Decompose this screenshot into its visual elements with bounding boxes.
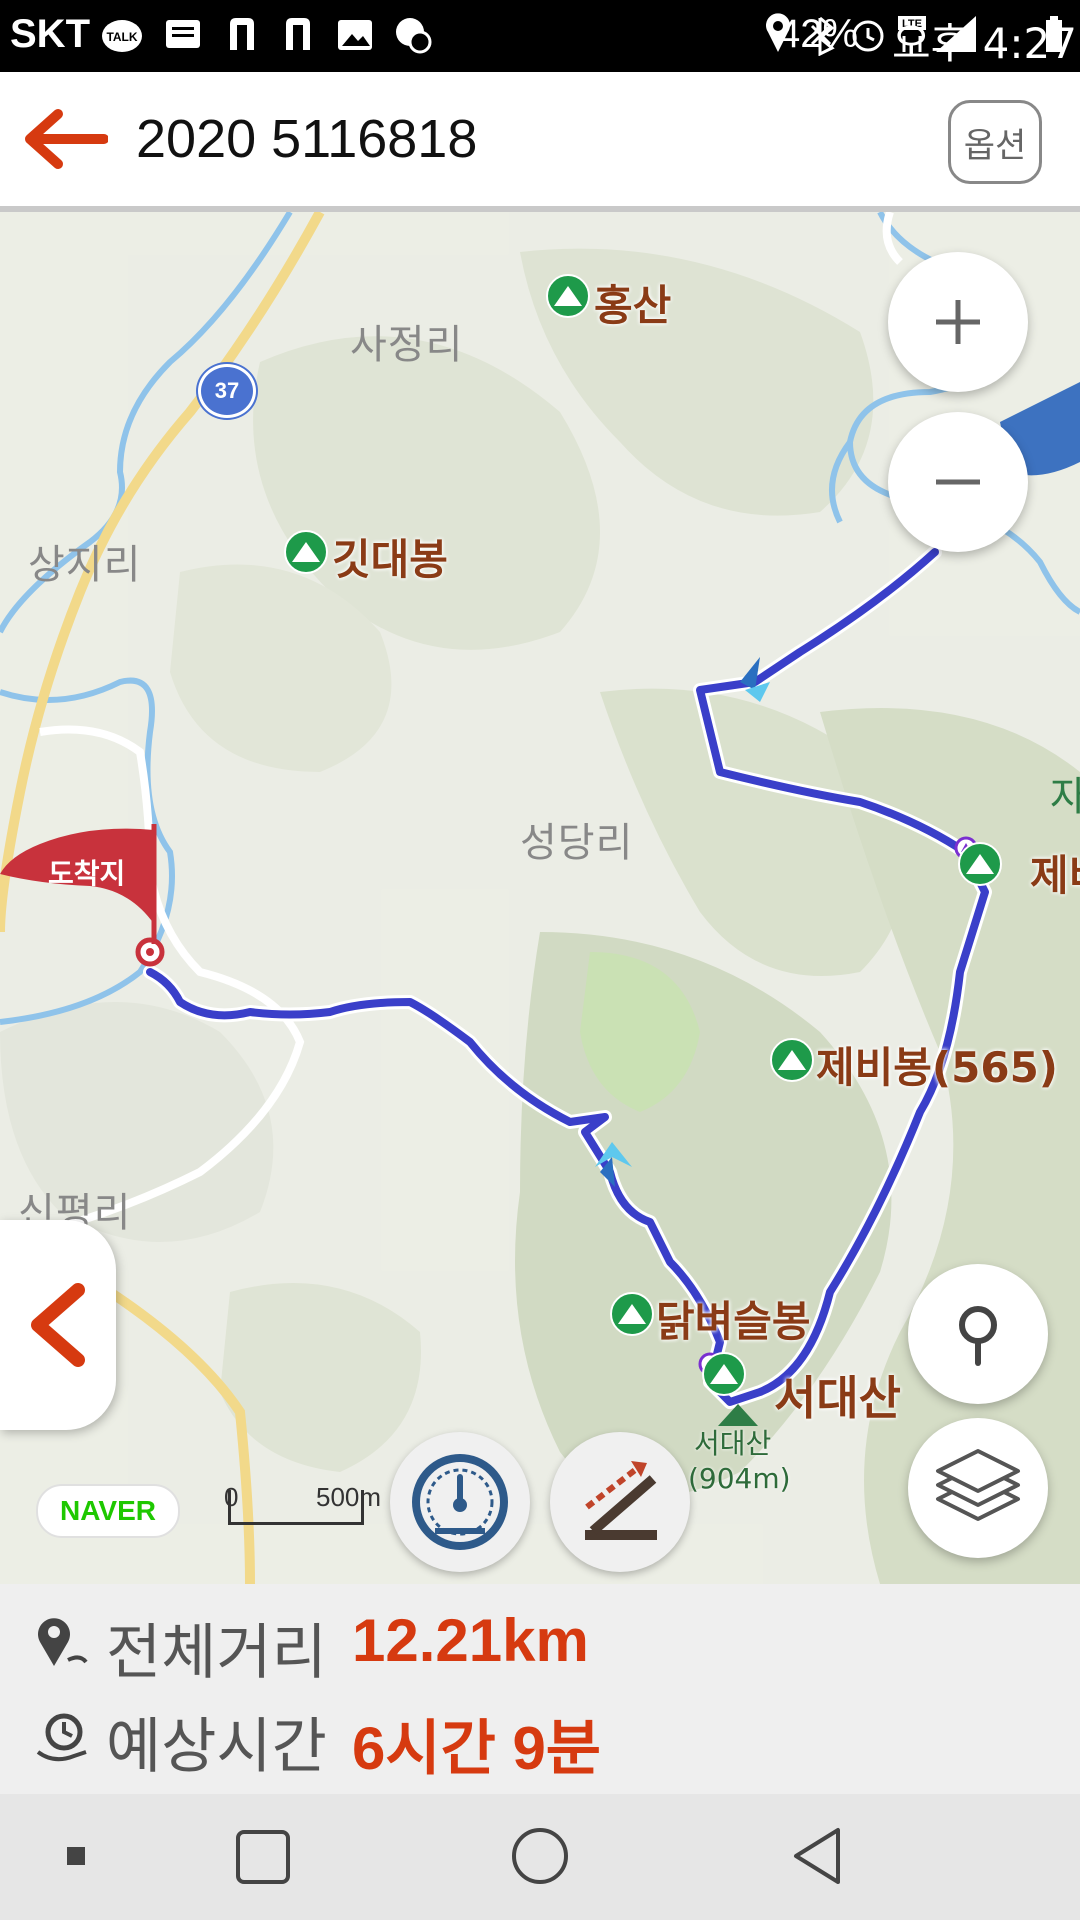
- summit-elevation-label: (904m): [688, 1462, 791, 1495]
- summit-name-label: 서대산: [694, 1427, 772, 1460]
- options-button[interactable]: 옵션: [948, 100, 1042, 184]
- time-label: 예상시간: [106, 1712, 327, 1782]
- time-value: 6시간 9분: [352, 1715, 602, 1782]
- naver-n-icon: [230, 18, 254, 50]
- battery-percent: 42%: [778, 12, 859, 56]
- carrier-label: SKT: [10, 12, 90, 56]
- map-view[interactable]: 도착지 37 사정리 상지리 성당리 신평리 자 홍산 깃대봉 제비 제비봉(5…: [0, 212, 1080, 1584]
- route-summary-panel: 전체거리 12.21km 예상시간 6시간 9분: [0, 1584, 1080, 1794]
- mountain-peak-icon: [958, 842, 1002, 886]
- peak-label: 닭벼슬봉: [656, 1297, 811, 1346]
- side-panel-toggle-button[interactable]: [0, 1220, 116, 1430]
- naver-logo: NAVER: [36, 1484, 180, 1538]
- place-label: 상지리: [28, 542, 142, 588]
- app-header: 2020 5116818 옵션: [0, 72, 1080, 212]
- notification-icons: TALK: [102, 18, 432, 54]
- recent-apps-dot-icon[interactable]: [62, 1842, 92, 1872]
- svg-text:TALK: TALK: [106, 30, 137, 44]
- overview-button[interactable]: [230, 1824, 296, 1890]
- mountain-peak-icon: [284, 530, 328, 574]
- place-label: 성당리: [520, 820, 634, 866]
- peak-label: 깃대봉: [332, 535, 448, 584]
- arrival-flag-icon: [0, 824, 157, 944]
- layers-icon: [936, 1449, 1020, 1521]
- message-icon: [166, 20, 200, 48]
- clock-route-icon: [36, 1713, 87, 1762]
- system-navigation-bar: [0, 1794, 1080, 1920]
- kakaotalk-icon: TALK: [102, 20, 142, 52]
- arrow-left-icon: [25, 109, 109, 169]
- location-time-icon: [396, 18, 432, 54]
- back-button[interactable]: [18, 104, 118, 184]
- mountain-peak-icon: [770, 1038, 814, 1082]
- place-label: 자: [1050, 774, 1080, 820]
- mountain-peak-icon: [610, 1292, 654, 1336]
- peak-label: 제비봉(565): [816, 1043, 1058, 1092]
- place-label: 사정리: [350, 322, 464, 368]
- naver-n-icon: [286, 18, 310, 50]
- minus-icon: [936, 479, 980, 485]
- distance-pin-icon: [38, 1618, 88, 1666]
- back-nav-button[interactable]: [786, 1822, 852, 1890]
- alarm-icon: [852, 20, 884, 52]
- clock: 오후 4:27: [892, 19, 1077, 68]
- scale-zero: 0: [224, 1482, 239, 1512]
- status-bar: SKT TALK LTE 42% 오후 4:27: [0, 0, 1080, 72]
- mountain-peak-icon: [546, 274, 590, 318]
- peak-label: 서대산: [774, 1371, 901, 1425]
- elevation-profile-button[interactable]: [550, 1432, 690, 1572]
- distance-label: 전체거리: [106, 1618, 327, 1688]
- road-number-badge: 37: [198, 364, 256, 418]
- gallery-icon: [338, 20, 372, 50]
- page-title: 2020 5116818: [136, 109, 478, 169]
- chevron-left-icon: [31, 1283, 85, 1367]
- scale-distance: 500m: [316, 1482, 382, 1512]
- zoom-out-button[interactable]: [888, 412, 1028, 552]
- peak-label: 홍산: [594, 281, 672, 330]
- slope-icon: [585, 1461, 657, 1540]
- map-layers-button[interactable]: [908, 1418, 1048, 1558]
- mountain-peak-icon: [702, 1352, 746, 1396]
- zoom-in-button[interactable]: [888, 252, 1028, 392]
- speedometer-icon: [412, 1454, 508, 1550]
- distance-value: 12.21km: [352, 1607, 589, 1674]
- plus-icon: [936, 300, 980, 344]
- arrival-flag-label: 도착지: [48, 857, 126, 890]
- peak-label: 제비: [1030, 851, 1080, 900]
- home-button[interactable]: [506, 1822, 574, 1890]
- my-location-button[interactable]: [908, 1264, 1048, 1404]
- speed-gauge-button[interactable]: [390, 1432, 530, 1572]
- location-pin-icon: [959, 1306, 997, 1366]
